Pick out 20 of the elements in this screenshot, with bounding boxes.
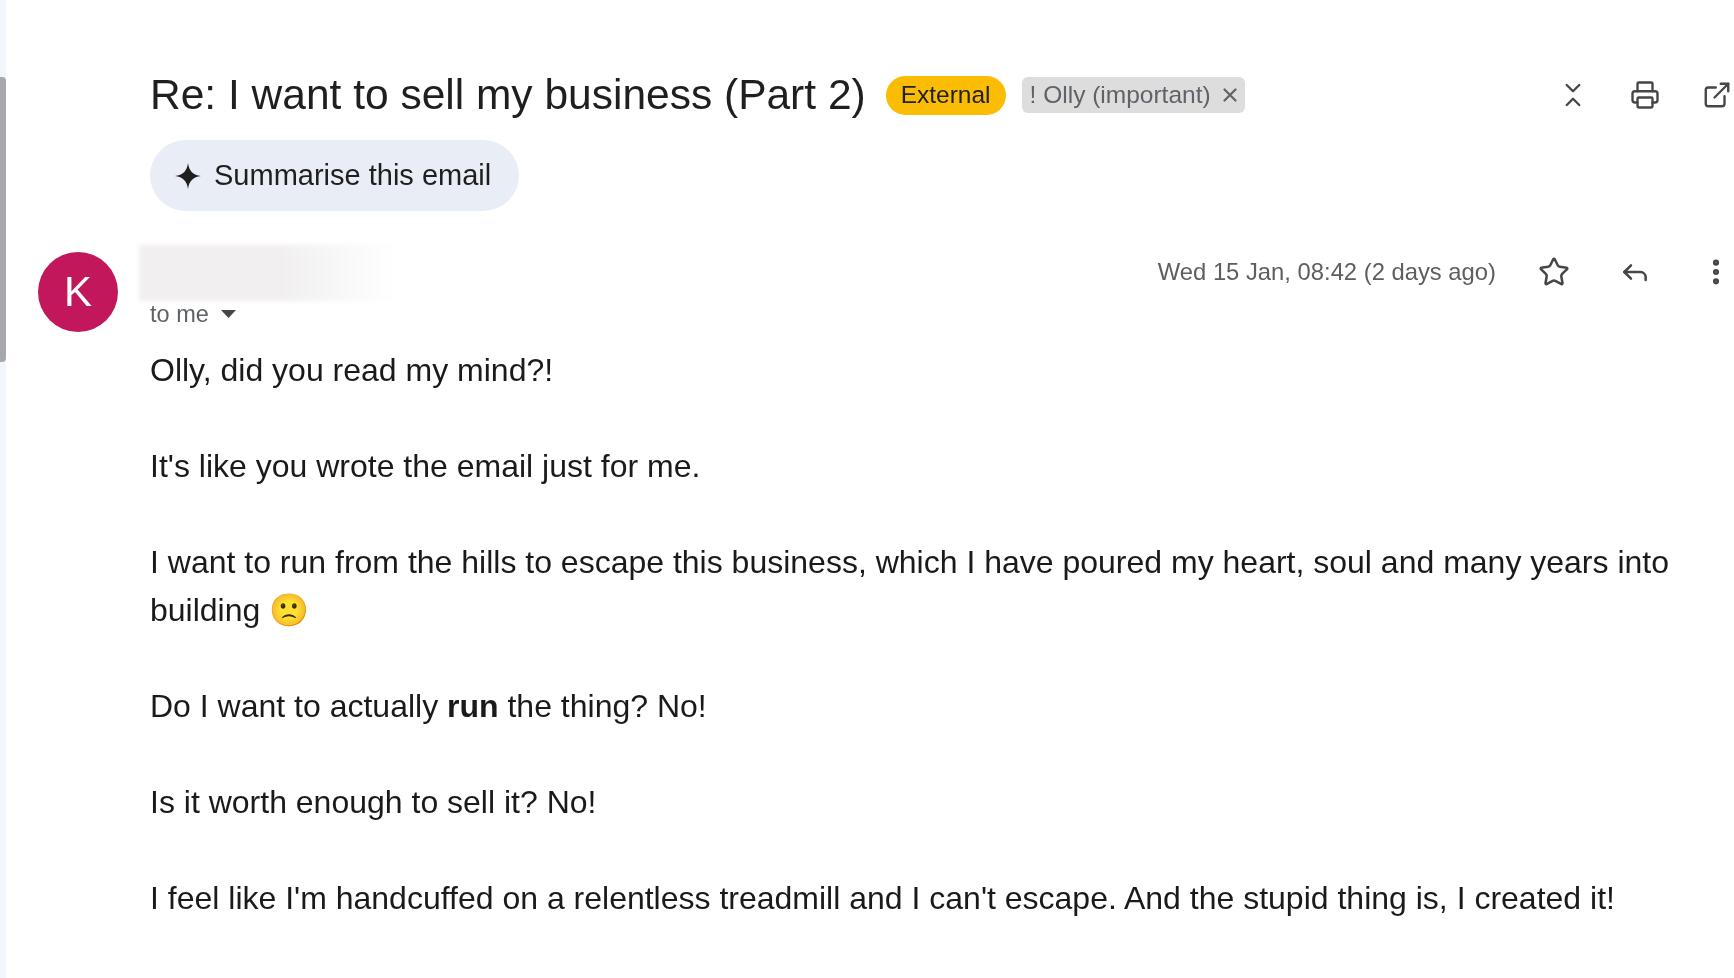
caret-icon[interactable]: [220, 310, 236, 318]
label-name[interactable]: ! Olly (important): [1029, 81, 1211, 109]
external-link-icon[interactable]: [1702, 80, 1732, 110]
summarise-button[interactable]: Summarise this email: [150, 140, 520, 211]
body-paragraph: I want to run from the hills to escape this business, which I have poured my heart, soul and many years into building 🙁: [150, 543, 1670, 630]
close-icon[interactable]: [1222, 88, 1237, 102]
body-paragraph: Do I want to actually run the thing? No!: [150, 687, 708, 726]
print-icon[interactable]: [1630, 80, 1660, 110]
star-icon[interactable]: [1538, 256, 1570, 288]
sparkle-icon: [175, 162, 201, 189]
external-badge: External: [885, 75, 1006, 115]
avatar: K: [38, 252, 118, 332]
body-paragraph: Olly, did you read my mind?!: [150, 351, 555, 390]
email-subject: Re: I want to sell my business (Part 2): [150, 70, 866, 120]
body-paragraph: Is it worth enough to sell it? No!: [150, 783, 598, 822]
date-text: Wed 15 Jan, 08:42 (2 days ago): [1157, 258, 1496, 286]
scrollbar-thumb[interactable]: [0, 77, 6, 362]
body-paragraph: I feel like I'm handcuffed on a relentless treadmill and I can't escape. And the stupid thing is, I created it!: [150, 879, 1616, 918]
recipient-text: to me: [150, 300, 209, 328]
body-paragraph: It's like you wrote the email just for me.: [150, 447, 702, 486]
